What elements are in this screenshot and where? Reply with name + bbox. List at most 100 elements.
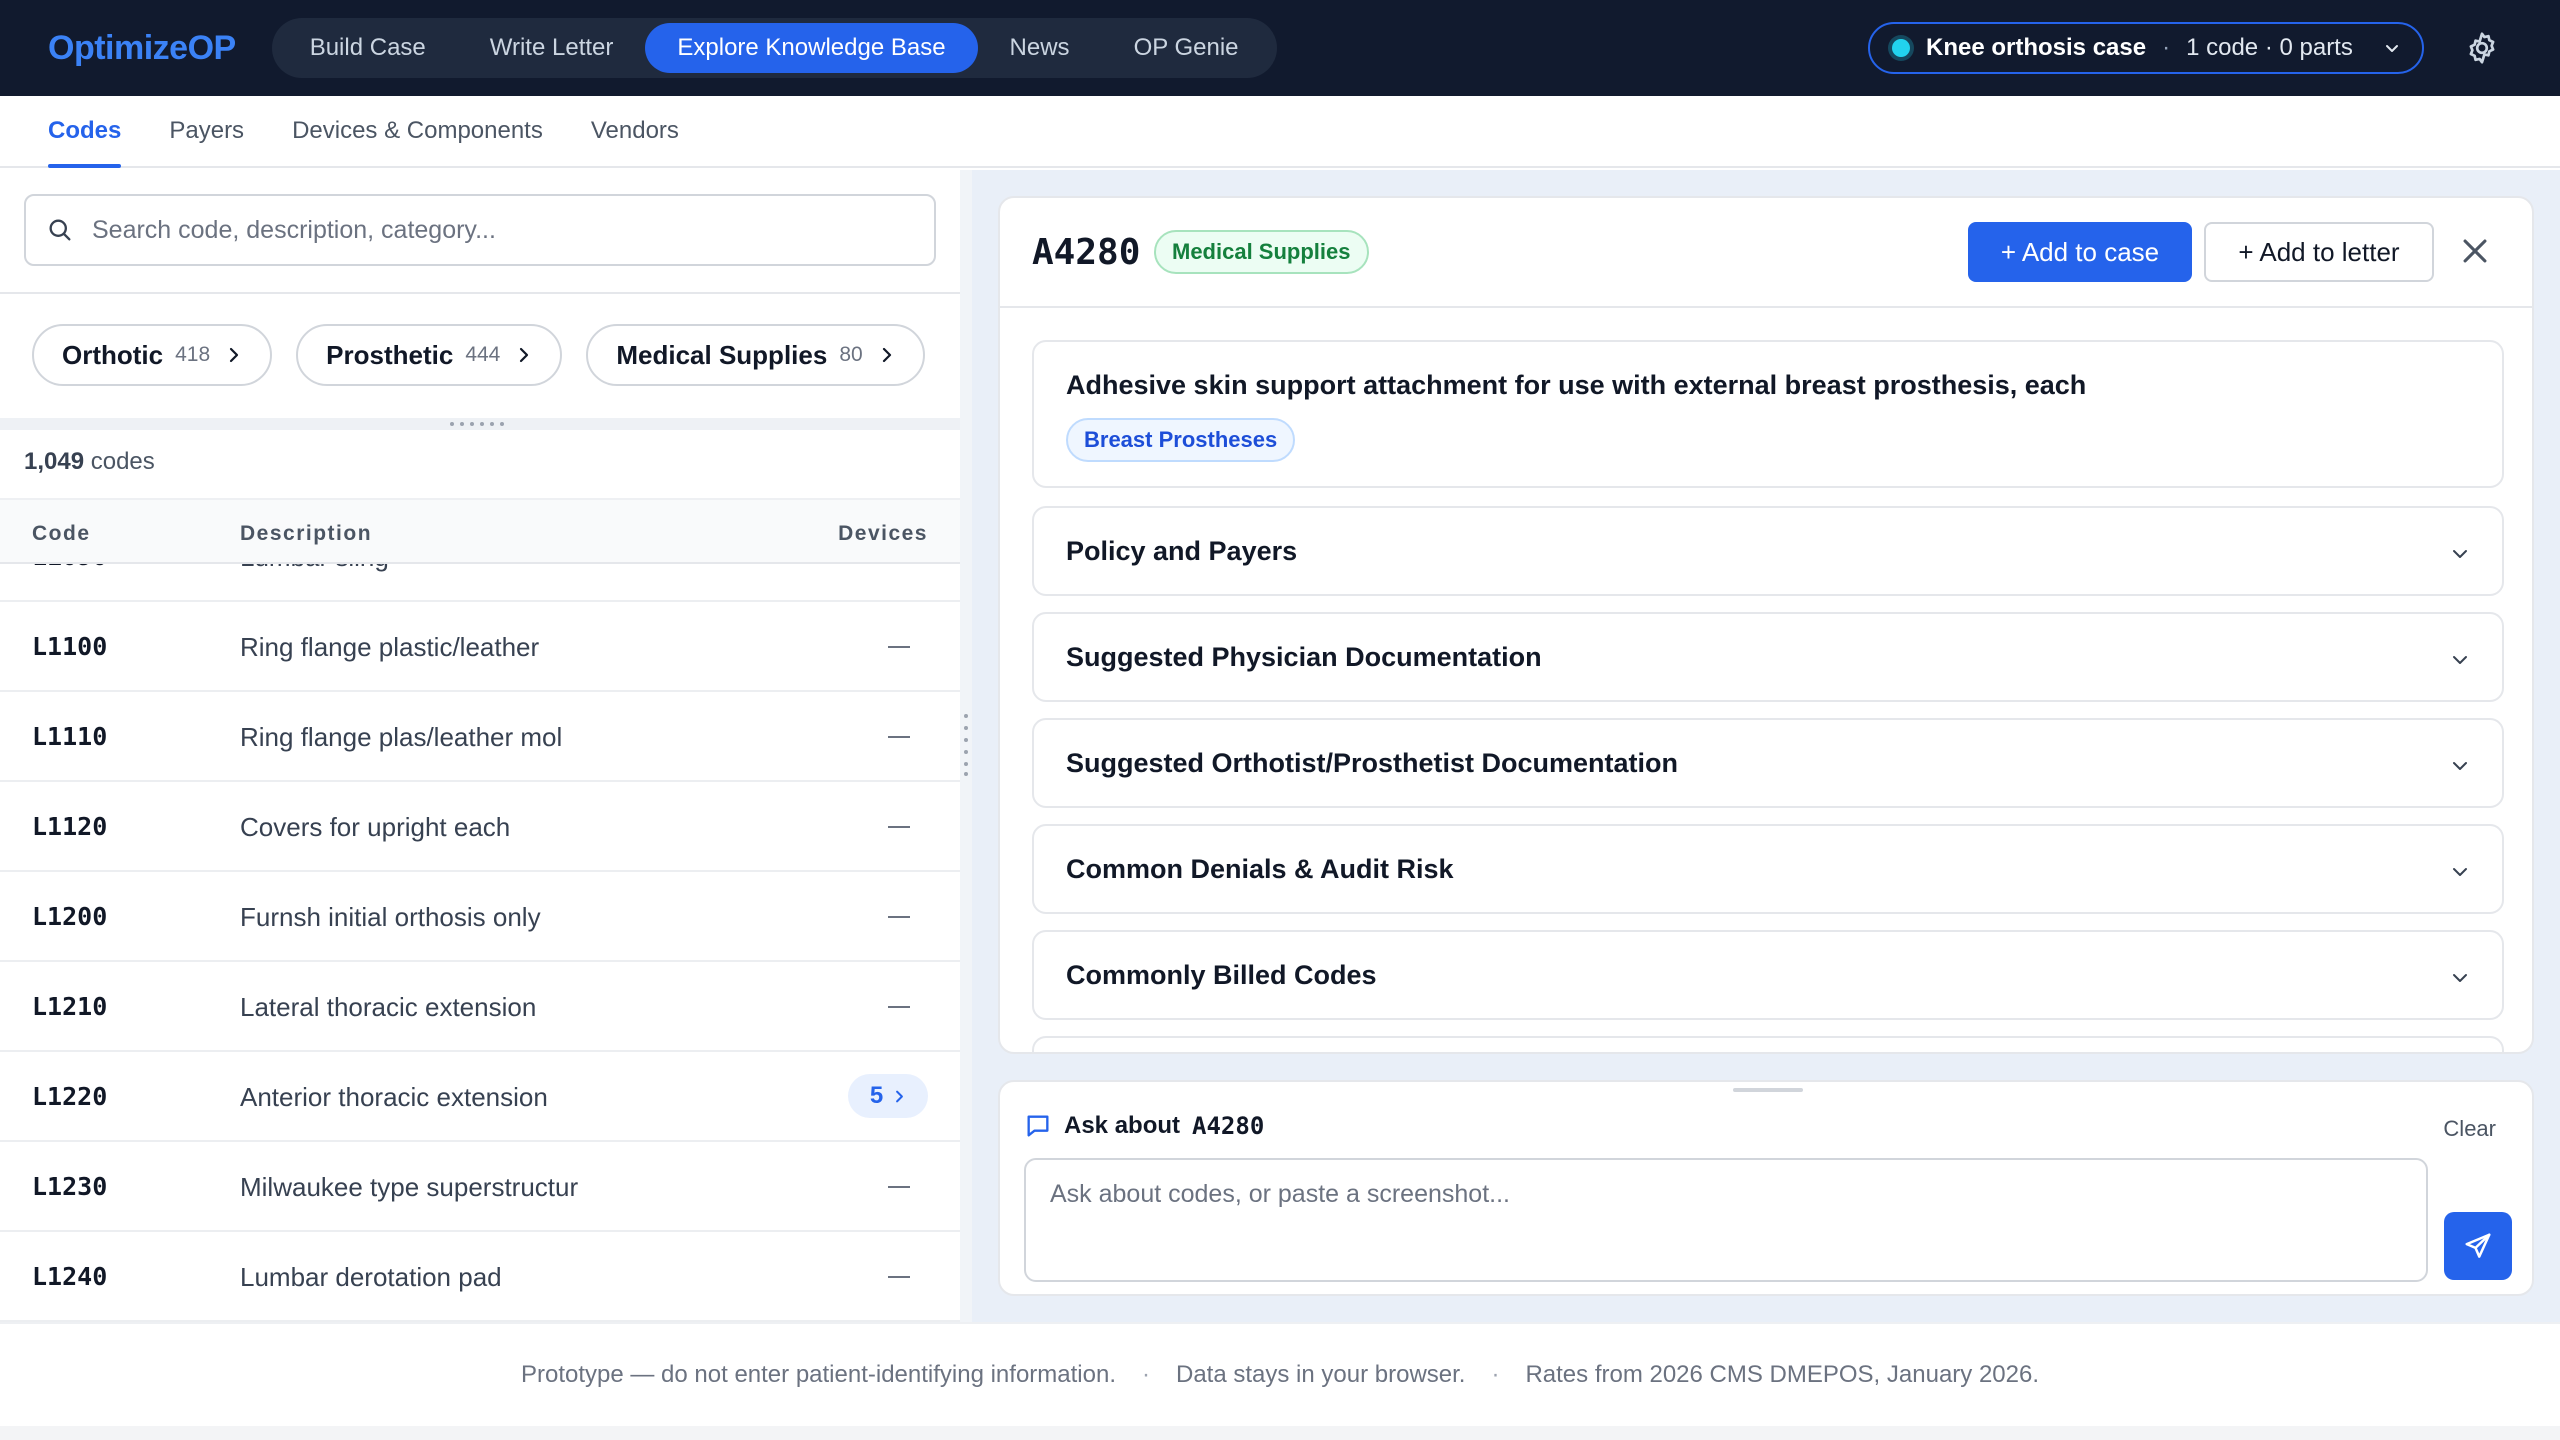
app-logo[interactable]: OptimizeOP [48,29,236,68]
accordion-title: Commonly Billed Codes [1066,960,1377,990]
no-devices-dash [888,826,910,828]
category-badge: Medical Supplies [1154,230,1369,274]
nav-op-genie[interactable]: OP Genie [1102,23,1271,73]
code-rows: L1090 Lumbar sling L1100 Ring flange plasti… [0,564,960,1322]
search-icon [49,219,71,241]
table-row[interactable]: L1230 Milwaukee type superstructur [0,1142,960,1232]
code-list-panel: Orthotic 418 Prosthetic 444 Medical Supp… [0,170,960,1322]
accordion-common-denials[interactable]: Common Denials & Audit Risk [1032,824,2504,914]
table-row[interactable]: L1200 Furnsh initial orthosis only [0,872,960,962]
chip-label: Orthotic [62,339,164,370]
search-box [24,194,936,266]
chat-resize-handle[interactable] [1733,1088,1803,1092]
accordion-title: Suggested Orthotist/Prosthetist Document… [1066,748,1679,778]
chip-label: Medical Supplies [616,339,828,370]
accordion-title: Policy and Payers [1066,536,1298,566]
table-row[interactable]: L1100 Ring flange plastic/leather [0,602,960,692]
no-devices-dash [888,646,910,648]
table-row[interactable]: L1110 Ring flange plas/leather mol [0,692,960,782]
devices-badge[interactable]: 5 [848,1074,928,1118]
table-header: Code Description Devices [0,498,960,564]
chat-icon [1027,1115,1049,1137]
column-code[interactable]: Code [32,522,91,546]
row-code: L1120 [32,812,108,841]
footer-rates: Rates from 2026 CMS DMEPOS, January 2026… [1525,1361,2040,1388]
divider [0,292,960,294]
row-code: L1210 [32,992,108,1021]
chip-orthotic[interactable]: Orthotic 418 [32,324,273,386]
row-description: Lumbar derotation pad [240,1262,502,1292]
chip-medical-supplies[interactable]: Medical Supplies 80 [586,324,925,386]
row-code: L1230 [32,1172,108,1201]
table-row[interactable]: L1090 Lumbar sling [0,564,960,602]
row-code: L1110 [32,722,108,751]
table-row[interactable]: L1220 Anterior thoracic extension 5 [0,1052,960,1142]
subcategory-tag[interactable]: Breast Prostheses [1066,418,1296,462]
gear-icon[interactable] [2464,30,2500,66]
chevron-down-icon [2453,762,2467,770]
search-input[interactable] [92,215,914,245]
ask-input[interactable] [1024,1158,2428,1282]
accordion-physician-documentation[interactable]: Suggested Physician Documentation [1032,612,2504,702]
add-to-letter-button[interactable]: + Add to letter [2204,222,2434,282]
code-detail-card: A4280 Medical Supplies + Add to case + A… [998,196,2534,1054]
tab-vendors[interactable]: Vendors [591,96,679,166]
row-code: L1240 [32,1262,108,1291]
row-description: Furnsh initial orthosis only [240,902,541,932]
main-nav: Build Case Write Letter Explore Knowledg… [271,18,1277,78]
accordion-orthotist-documentation[interactable]: Suggested Orthotist/Prosthetist Document… [1032,718,2504,808]
tab-devices-components[interactable]: Devices & Components [292,96,543,166]
bottom-strip [0,1426,2560,1440]
footer-separator: · [1491,1361,1500,1388]
accordion-title: Common Denials & Audit Risk [1066,854,1454,884]
footer: Prototype — do not enter patient-identif… [0,1322,2560,1426]
chip-label: Prosthetic [326,339,454,370]
nav-write-letter[interactable]: Write Letter [458,23,646,73]
column-devices[interactable]: Devices [838,522,928,546]
table-row[interactable]: L1120 Covers for upright each [0,782,960,872]
chevron-down-icon [2453,974,2467,982]
case-meta: 1 code · 0 parts [2186,34,2353,61]
code-table-body[interactable]: L1090 Lumbar sling L1100 Ring flange plasti… [0,564,960,1322]
detail-code: A4280 [1032,232,1141,273]
table-row[interactable]: L1240 Lumbar derotation pad [0,1232,960,1322]
devices-count: 5 [869,1082,884,1109]
row-description: Ring flange plas/leather mol [240,722,563,752]
case-separator: · [2162,34,2171,61]
close-icon[interactable] [2458,234,2492,268]
no-devices-dash [888,1276,910,1278]
tab-payers[interactable]: Payers [169,96,244,166]
row-code: L1200 [32,902,108,931]
nav-news[interactable]: News [978,23,1102,73]
chevron-down-icon [2453,868,2467,876]
chevron-right-icon [230,347,239,363]
no-devices-dash [888,736,910,738]
nav-explore-knowledge-base[interactable]: Explore Knowledge Base [645,23,978,73]
chip-count: 444 [465,343,501,366]
table-row[interactable]: L1210 Lateral thoracic extension [0,962,960,1052]
chevron-right-icon [882,347,891,363]
column-description[interactable]: Description [240,522,372,546]
add-to-case-button[interactable]: + Add to case [1968,222,2192,282]
sub-tabs: Codes Payers Devices & Components Vendor… [0,96,2560,168]
row-description: Lateral thoracic extension [240,992,537,1022]
send-button[interactable] [2444,1212,2512,1280]
no-devices-dash [888,1186,910,1188]
accordion-next-section[interactable] [1032,1036,2504,1052]
clear-button[interactable]: Clear [2443,1116,2496,1142]
tab-codes[interactable]: Codes [48,96,122,168]
code-description-box: Adhesive skin support attachment for use… [1032,340,2504,488]
row-code: L1090 [32,564,107,571]
ask-prefix: Ask about [1064,1112,1181,1139]
chevron-right-icon [520,347,529,363]
accordion-policy-payers[interactable]: Policy and Payers [1032,506,2504,596]
case-status-dot [1892,39,1910,57]
case-selector[interactable]: Knee orthosis case · 1 code · 0 parts [1868,22,2424,74]
code-count-number: 1,049 [24,448,85,475]
nav-build-case[interactable]: Build Case [278,23,458,73]
chip-prosthetic[interactable]: Prosthetic 444 [296,324,563,386]
code-count: 1,049 codes [24,448,155,476]
grip-dots-icon [450,422,504,426]
accordion-commonly-billed-codes[interactable]: Commonly Billed Codes [1032,930,2504,1020]
chevron-down-icon [2386,45,2398,52]
